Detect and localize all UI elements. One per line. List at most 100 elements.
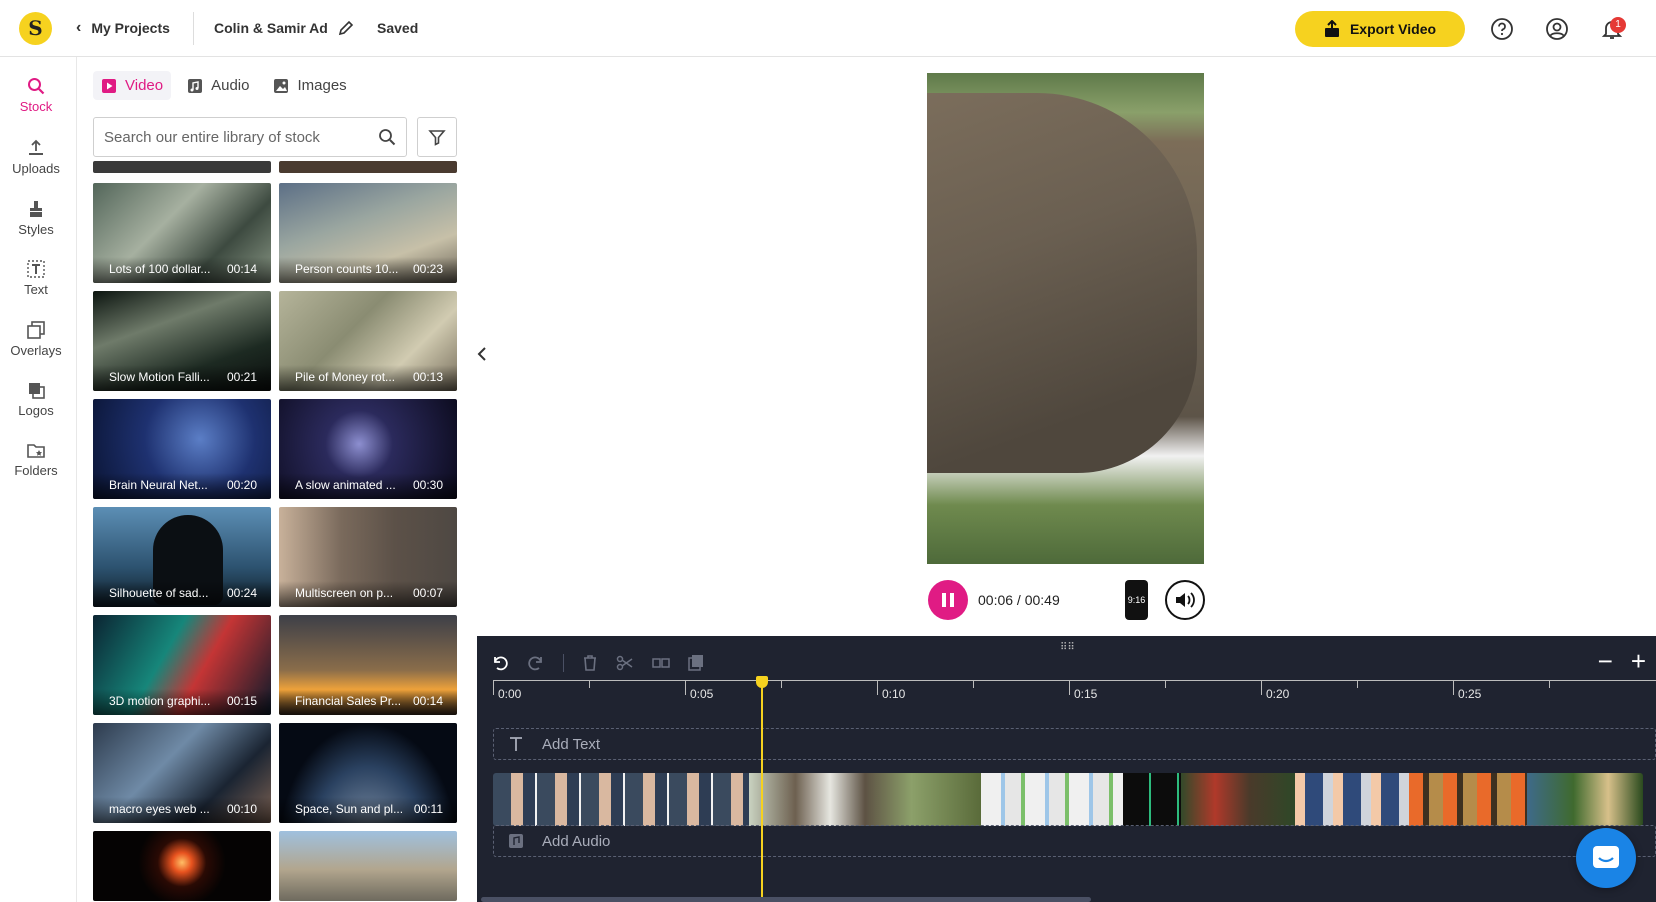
stock-clip[interactable] [279,831,457,901]
timeline-clip[interactable] [1409,773,1527,826]
ruler-tick [493,681,494,695]
rail-item-overlays[interactable]: Overlays [0,321,72,358]
image-icon [274,78,289,93]
zoom-in-button[interactable]: + [1631,648,1646,674]
tab-label: Images [297,77,347,94]
ruler-label: 0:05 [690,687,714,701]
rail-item-stock[interactable]: Stock [0,77,72,114]
tab-video[interactable]: Video [93,71,172,100]
split-icon[interactable] [652,654,670,672]
stock-clip[interactable]: Slow Motion Falli... 00:21 [93,291,271,391]
ruler-label: 0:15 [1074,687,1098,701]
clip-meta: Space, Sun and pl... 00:11 [279,797,457,823]
undo-icon[interactable] [491,654,509,672]
timeline-clip[interactable] [749,773,981,826]
clip-meta: Lots of 100 dollar... 00:14 [93,257,271,283]
timeline-clip[interactable] [1295,773,1409,826]
clip-duration: 00:23 [412,262,443,276]
clip-title: 3D motion graphi... [109,694,211,708]
add-audio-track[interactable]: Add Audio [493,825,1656,857]
pause-icon [942,593,954,607]
chevron-left-icon: ‹ [76,19,82,36]
duplicate-icon[interactable] [688,654,704,672]
scissors-icon[interactable] [616,654,634,672]
clip-title: Space, Sun and pl... [295,802,404,816]
rail-item-uploads[interactable]: Uploads [0,139,72,176]
video-icon [102,78,116,93]
video-track[interactable] [493,773,1643,826]
video-preview[interactable] [927,73,1204,564]
aspect-ratio-button[interactable]: 9:16 [1125,580,1148,620]
divider [563,654,564,672]
timeline-clip[interactable] [493,773,749,826]
volume-button[interactable] [1165,580,1205,620]
timeline-clip[interactable] [1527,773,1643,826]
back-to-projects-link[interactable]: ‹ My Projects [76,19,170,37]
account-icon[interactable] [1545,17,1569,41]
stock-clip[interactable] [93,831,271,901]
stock-clip[interactable]: Silhouette of sad... 00:24 [93,507,271,607]
ruler-tick [1357,681,1358,688]
brush-icon [30,201,42,217]
playhead[interactable] [761,682,763,902]
timeline-clip[interactable] [1181,773,1295,826]
text-icon [510,737,522,751]
clip-meta: Silhouette of sad... 00:24 [93,581,271,607]
timeline-scrollbar[interactable] [481,897,1091,902]
clip-title: A slow animated ... [295,478,396,492]
project-name: Colin & Samir Ad [214,20,328,36]
rail-item-styles[interactable]: Styles [0,200,72,237]
divider [193,12,194,45]
drag-handle-icon[interactable]: ⠿⠿ [1060,642,1075,653]
stock-clip[interactable]: Space, Sun and pl... 00:11 [279,723,457,823]
rail-label: Logos [18,403,54,418]
export-video-button[interactable]: Export Video [1295,11,1465,47]
search-icon[interactable] [378,128,396,146]
timeline: ⠿⠿ − + 0:00 0:05 0:10 0:15 0:20 0:25 Add [477,636,1656,902]
stock-clip[interactable]: 3D motion graphi... 00:15 [93,615,271,715]
folder-icon [27,444,45,458]
clip-duration: 00:20 [226,478,257,492]
stock-clip[interactable]: Multiscreen on p... 00:07 [279,507,457,607]
export-icon [1324,20,1339,37]
stock-clip-partial[interactable] [93,161,271,173]
chat-support-button[interactable] [1576,828,1636,888]
stock-clip[interactable]: Brain Neural Net... 00:20 [93,399,271,499]
search-input[interactable] [104,128,378,146]
clip-title: Lots of 100 dollar... [109,262,211,276]
trash-icon[interactable] [582,654,598,672]
tab-audio[interactable]: Audio [179,71,257,100]
collapse-panel-button[interactable] [468,322,496,386]
ruler-tick [1453,681,1454,695]
music-icon [188,78,203,93]
stock-clip[interactable]: Pile of Money rot... 00:13 [279,291,457,391]
back-label: My Projects [91,20,170,36]
stock-clip-partial[interactable] [279,161,457,173]
stock-clip[interactable]: Person counts 10... 00:23 [279,183,457,283]
rail-item-folders[interactable]: Folders [0,441,72,478]
stock-clip[interactable]: Lots of 100 dollar... 00:14 [93,183,271,283]
stock-clip[interactable]: macro eyes web ... 00:10 [93,723,271,823]
filter-button[interactable] [417,117,457,157]
help-icon[interactable] [1490,17,1514,41]
timeline-clip[interactable] [1123,773,1181,826]
stock-clip[interactable]: A slow animated ... 00:30 [279,399,457,499]
timeline-clip[interactable] [981,773,1123,826]
pause-button[interactable] [928,580,968,620]
project-title[interactable]: Colin & Samir Ad [214,20,354,36]
text-icon [27,260,45,278]
clip-title: Multiscreen on p... [295,586,394,600]
ruler-tick [1165,681,1166,688]
rail-label: Overlays [10,343,62,358]
ruler-label: 0:00 [498,687,522,701]
zoom-out-button[interactable]: − [1598,648,1613,674]
add-text-track[interactable]: Add Text [493,728,1656,760]
stock-clip[interactable]: Financial Sales Pr... 00:14 [279,615,457,715]
app-logo[interactable]: S [19,12,52,45]
logos-icon [29,383,45,399]
redo-icon[interactable] [527,654,545,672]
rail-item-logos[interactable]: Logos [0,381,72,418]
pencil-icon[interactable] [338,20,354,36]
tab-images[interactable]: Images [265,71,354,100]
rail-item-text[interactable]: Text [0,260,72,297]
